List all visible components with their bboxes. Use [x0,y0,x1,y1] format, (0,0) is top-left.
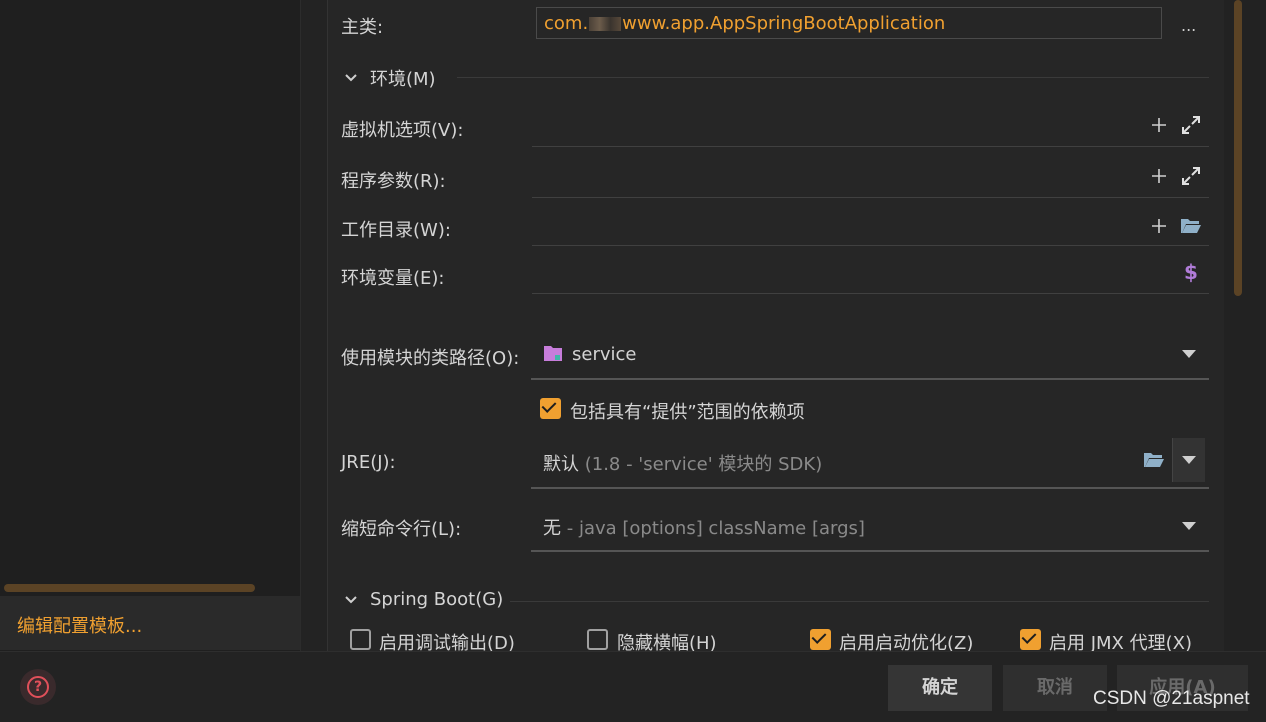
edit-templates-link[interactable]: 编辑配置模板... [0,596,300,650]
debug-output-checkbox[interactable] [350,629,371,650]
module-classpath-dropdown[interactable]: service [531,334,1209,380]
chevron-down-icon [1182,522,1196,530]
jre-label: JRE(J): [341,452,396,473]
working-dir-input[interactable] [532,206,1132,244]
env-vars-input[interactable] [532,254,1132,292]
jre-dropdown[interactable]: 默认 (1.8 - 'service' 模块的 SDK) [531,438,1209,489]
spring-boot-title: Spring Boot(G) [370,589,504,610]
spring-boot-section-header[interactable]: Spring Boot(G) [344,589,503,610]
chevron-down-icon [345,74,357,82]
module-folder-icon [544,346,562,361]
sidebar-horizontal-scrollbar[interactable] [4,584,255,592]
module-classpath-label: 使用模块的类路径(O): [341,348,520,369]
section-divider [510,601,1209,602]
main-class-input[interactable]: com. www.app.AppSpringBootApplication [536,7,1162,39]
redacted-blur [589,17,622,31]
module-classpath-value: service [572,344,637,365]
sidebar-divider [300,0,328,651]
edit-templates-label[interactable]: 编辑配置模板... [17,612,142,638]
shorten-cmd-label: 缩短命令行(L): [341,519,462,540]
right-gutter [1224,0,1266,651]
vm-options-underline [532,146,1209,147]
program-args-underline [532,197,1209,198]
program-args-label: 程序参数(R): [341,171,446,192]
cancel-button[interactable]: 取消 [1003,665,1107,711]
jmx-agent-checkbox[interactable] [1020,629,1041,650]
include-provided-checkbox[interactable] [540,398,561,419]
watermark: CSDN @21aspnet [1093,688,1250,709]
launch-optimization-checkbox[interactable] [810,629,831,650]
shorten-cmd-value-hint: - java [options] className [args] [561,518,865,539]
environment-title: 环境(M) [370,69,436,90]
settings-panel [327,0,1225,651]
plus-icon[interactable] [1151,218,1167,234]
chevron-down-icon [1182,350,1196,358]
environment-section-header[interactable]: 环境(M) [344,65,436,91]
jre-value: 默认 (1.8 - 'service' 模块的 SDK) [543,450,822,476]
jre-value-hint: (1.8 - 'service' 模块的 SDK) [579,454,823,475]
vm-options-label: 虚拟机选项(V): [341,120,464,141]
hide-banner-checkbox[interactable] [587,629,608,650]
plus-icon[interactable] [1151,117,1167,133]
env-vars-label: 环境变量(E): [341,268,445,289]
main-class-value-prefix: com. [544,13,589,34]
main-class-value-suffix: www.app.AppSpringBootApplication [622,13,946,34]
browse-main-class-button[interactable]: ... [1181,16,1196,36]
folder-open-icon[interactable] [1180,217,1202,235]
shorten-cmd-dropdown[interactable]: 无 - java [options] className [args] [531,504,1209,552]
shorten-cmd-value-main: 无 [543,518,561,539]
ok-button[interactable]: 确定 [888,665,992,711]
include-provided-label[interactable]: 包括具有“提供”范围的依赖项 [570,398,805,424]
expand-icon[interactable] [1181,115,1201,135]
section-divider [457,77,1209,78]
plus-icon[interactable] [1151,168,1167,184]
expand-icon[interactable] [1181,166,1201,186]
chevron-down-icon [345,595,357,603]
chevron-down-icon [1182,456,1196,464]
dollar-icon[interactable]: $ [1184,262,1198,282]
env-vars-underline [532,293,1209,294]
vm-options-input[interactable] [532,106,1132,146]
main-class-label: 主类: [341,17,384,38]
jre-value-main: 默认 [543,454,579,475]
config-sidebar [0,0,300,651]
program-args-input[interactable] [532,157,1132,197]
working-dir-underline [532,245,1209,246]
folder-open-icon[interactable] [1143,451,1165,469]
shorten-cmd-value: 无 - java [options] className [args] [543,514,865,540]
working-dir-label: 工作目录(W): [341,220,451,241]
help-icon[interactable]: ? [27,676,49,698]
jre-dropdown-toggle[interactable] [1172,438,1205,482]
vertical-scrollbar[interactable] [1234,0,1242,296]
